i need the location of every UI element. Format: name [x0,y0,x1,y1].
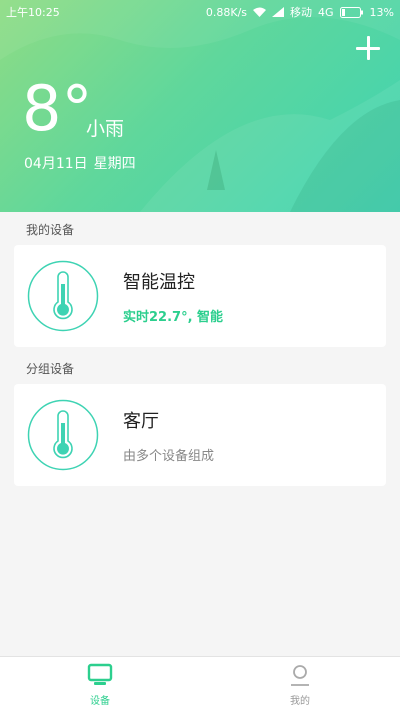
network-type: 4G [318,5,334,19]
weather-description: 小雨 [86,118,125,140]
group-card-living-room[interactable]: 客厅 由多个设备组成 [14,384,386,486]
tab-mine[interactable]: 我的 [200,657,400,711]
group-name: 客厅 [123,410,159,432]
device-name: 智能温控 [123,271,195,293]
person-icon [291,665,309,686]
battery-level: 13% [369,5,394,19]
device-card-smart-thermostat[interactable]: 智能温控 实时22.7°, 智能 [14,245,386,347]
thermometer-icon [27,399,99,471]
device-info: 智能温控 实时22.7°, 智能 [123,268,223,325]
carrier-label: 移动 [290,6,313,19]
current-temperature: 8° [22,72,93,145]
tab-label-mine: 我的 [290,696,310,707]
tab-label-devices: 设备 [90,696,110,707]
net-speed: 0.88K/s [205,5,248,19]
battery-icon [339,6,363,18]
section-title-my-devices: 我的设备 [26,223,75,237]
status-time: 上午10:25 [6,6,60,19]
group-status: 由多个设备组成 [123,448,215,464]
section-title-group-devices: 分组设备 [26,362,75,376]
date-text: 04月11日 [24,156,88,172]
wifi-icon [253,7,267,17]
bottom-tab-bar: 设备 我的 [0,656,400,711]
monitor-icon [87,663,113,685]
status-right: 0.88K/s 移动 4G 13% [206,4,394,20]
tab-devices[interactable]: 设备 [0,657,200,711]
weather-header: 上午10:25 0.88K/s 移动 4G 13% 8° 小雨 04月11日 星… [0,0,400,212]
weekday-text: 星期四 [93,156,136,172]
date-row: 04月11日 星期四 [24,153,136,173]
add-device-button[interactable] [356,36,380,60]
group-info: 客厅 由多个设备组成 [123,407,214,464]
device-status: 实时22.7°, 智能 [123,309,224,325]
signal-icon [272,7,285,17]
thermometer-icon [27,260,99,332]
status-bar: 上午10:25 0.88K/s 移动 4G 13% [0,0,400,24]
